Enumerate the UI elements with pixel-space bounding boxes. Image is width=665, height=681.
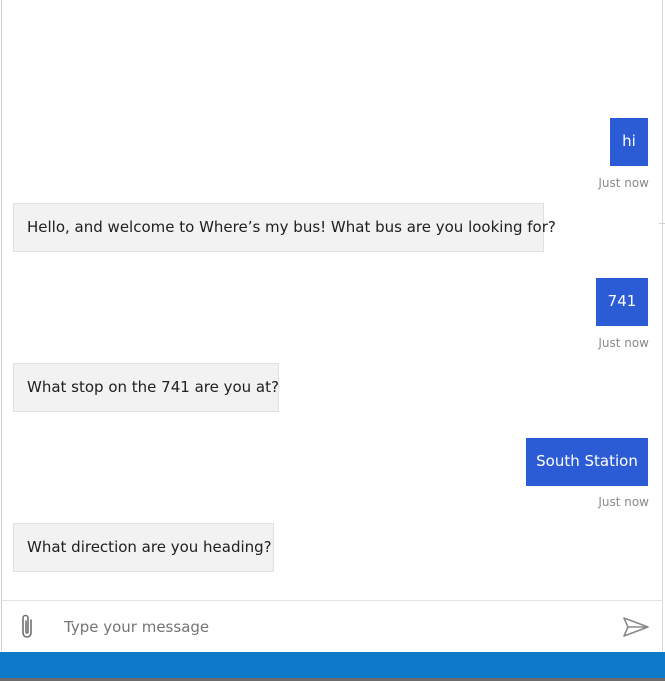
user-message: South Station [526,438,648,486]
bot-message: What direction are you heading? [13,523,274,572]
bottom-status-bar [0,652,665,678]
window-right-border [662,0,663,651]
message-timestamp: Just now [598,336,649,350]
user-message: hi [610,118,648,166]
message-composer [2,600,662,652]
bot-message: What stop on the 741 are you at? [13,363,279,412]
message-timestamp: Just now [598,495,649,509]
window-left-border [1,0,2,651]
bot-message: Hello, and welcome to Where’s my bus! Wh… [13,203,556,252]
message-timestamp: Just now [598,176,649,190]
user-message: 741 [596,278,648,326]
send-icon[interactable] [622,615,650,639]
paperclip-icon[interactable] [16,613,40,641]
message-input[interactable] [64,613,604,641]
scrollbar-mark [659,223,665,224]
chat-window: hi Just now Hello, and welcome to Where’… [0,0,665,681]
